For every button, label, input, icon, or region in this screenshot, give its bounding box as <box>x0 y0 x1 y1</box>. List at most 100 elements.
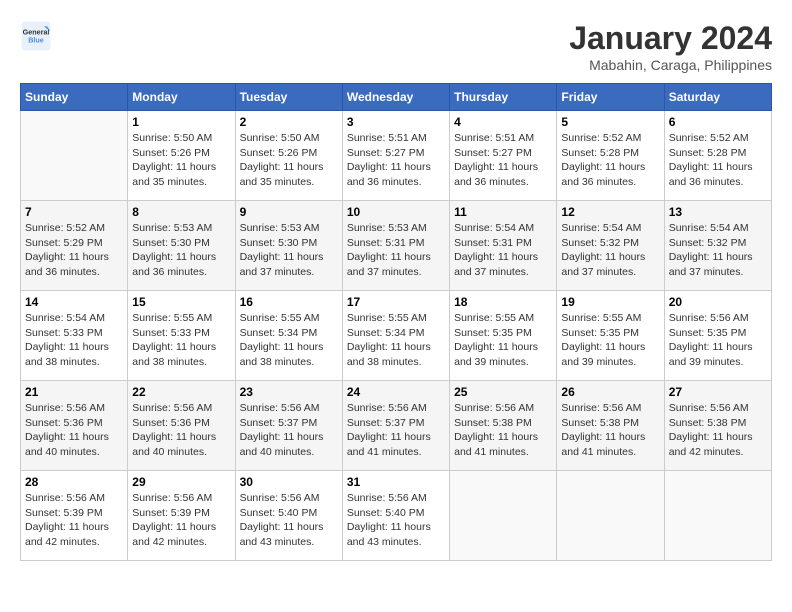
day-number: 5 <box>561 115 659 129</box>
day-info: Sunrise: 5:52 AM Sunset: 5:28 PM Dayligh… <box>561 131 659 190</box>
day-number: 18 <box>454 295 552 309</box>
calendar-cell <box>450 471 557 561</box>
day-number: 15 <box>132 295 230 309</box>
calendar-cell: 11 Sunrise: 5:54 AM Sunset: 5:31 PM Dayli… <box>450 201 557 291</box>
day-number: 24 <box>347 385 445 399</box>
day-number: 26 <box>561 385 659 399</box>
page-header: General Blue January 2024 Mabahin, Carag… <box>20 20 772 73</box>
title-block: January 2024 Mabahin, Caraga, Philippine… <box>569 20 772 73</box>
day-info: Sunrise: 5:54 AM Sunset: 5:32 PM Dayligh… <box>561 221 659 280</box>
calendar-cell: 19 Sunrise: 5:55 AM Sunset: 5:35 PM Dayli… <box>557 291 664 381</box>
day-info: Sunrise: 5:52 AM Sunset: 5:28 PM Dayligh… <box>669 131 767 190</box>
day-number: 3 <box>347 115 445 129</box>
day-number: 12 <box>561 205 659 219</box>
calendar-cell: 10 Sunrise: 5:53 AM Sunset: 5:31 PM Dayli… <box>342 201 449 291</box>
day-info: Sunrise: 5:53 AM Sunset: 5:31 PM Dayligh… <box>347 221 445 280</box>
calendar-cell: 27 Sunrise: 5:56 AM Sunset: 5:38 PM Dayli… <box>664 381 771 471</box>
calendar-week-4: 21Sunrise: 5:56 AM Sunset: 5:36 PM Dayli… <box>21 381 772 471</box>
day-info: Sunrise: 5:51 AM Sunset: 5:27 PM Dayligh… <box>454 131 552 190</box>
day-number: 22 <box>132 385 230 399</box>
calendar-cell: 23 Sunrise: 5:56 AM Sunset: 5:37 PM Dayli… <box>235 381 342 471</box>
day-info: Sunrise: 5:56 AM Sunset: 5:38 PM Dayligh… <box>454 401 552 460</box>
calendar-cell <box>557 471 664 561</box>
day-number: 10 <box>347 205 445 219</box>
day-info: Sunrise: 5:54 AM Sunset: 5:33 PM Dayligh… <box>25 311 123 370</box>
calendar-cell: 28Sunrise: 5:56 AM Sunset: 5:39 PM Dayli… <box>21 471 128 561</box>
calendar-cell: 8 Sunrise: 5:53 AM Sunset: 5:30 PM Daylig… <box>128 201 235 291</box>
calendar-cell: 3 Sunrise: 5:51 AM Sunset: 5:27 PM Daylig… <box>342 111 449 201</box>
day-info: Sunrise: 5:56 AM Sunset: 5:39 PM Dayligh… <box>132 491 230 550</box>
day-info: Sunrise: 5:56 AM Sunset: 5:35 PM Dayligh… <box>669 311 767 370</box>
day-number: 27 <box>669 385 767 399</box>
calendar-cell: 17Sunrise: 5:55 AM Sunset: 5:34 PM Dayli… <box>342 291 449 381</box>
weekday-header-saturday: Saturday <box>664 84 771 111</box>
weekday-header-friday: Friday <box>557 84 664 111</box>
calendar-cell: 12 Sunrise: 5:54 AM Sunset: 5:32 PM Dayli… <box>557 201 664 291</box>
calendar-cell: 24 Sunrise: 5:56 AM Sunset: 5:37 PM Dayli… <box>342 381 449 471</box>
calendar-cell: 5 Sunrise: 5:52 AM Sunset: 5:28 PM Daylig… <box>557 111 664 201</box>
day-number: 19 <box>561 295 659 309</box>
calendar-cell: 16Sunrise: 5:55 AM Sunset: 5:34 PM Dayli… <box>235 291 342 381</box>
day-number: 7 <box>25 205 123 219</box>
day-info: Sunrise: 5:56 AM Sunset: 5:38 PM Dayligh… <box>669 401 767 460</box>
day-number: 1 <box>132 115 230 129</box>
day-number: 4 <box>454 115 552 129</box>
day-number: 11 <box>454 205 552 219</box>
calendar-cell: 6 Sunrise: 5:52 AM Sunset: 5:28 PM Daylig… <box>664 111 771 201</box>
calendar-cell: 25 Sunrise: 5:56 AM Sunset: 5:38 PM Dayli… <box>450 381 557 471</box>
calendar-cell: 1 Sunrise: 5:50 AM Sunset: 5:26 PM Daylig… <box>128 111 235 201</box>
day-number: 23 <box>240 385 338 399</box>
calendar-cell <box>21 111 128 201</box>
calendar-cell: 4 Sunrise: 5:51 AM Sunset: 5:27 PM Daylig… <box>450 111 557 201</box>
day-info: Sunrise: 5:56 AM Sunset: 5:37 PM Dayligh… <box>240 401 338 460</box>
weekday-header-tuesday: Tuesday <box>235 84 342 111</box>
weekday-header-monday: Monday <box>128 84 235 111</box>
day-info: Sunrise: 5:53 AM Sunset: 5:30 PM Dayligh… <box>132 221 230 280</box>
day-number: 13 <box>669 205 767 219</box>
weekday-header-sunday: Sunday <box>21 84 128 111</box>
calendar-week-2: 7Sunrise: 5:52 AM Sunset: 5:29 PM Daylig… <box>21 201 772 291</box>
day-number: 6 <box>669 115 767 129</box>
day-info: Sunrise: 5:55 AM Sunset: 5:35 PM Dayligh… <box>561 311 659 370</box>
location: Mabahin, Caraga, Philippines <box>569 57 772 73</box>
calendar-week-3: 14Sunrise: 5:54 AM Sunset: 5:33 PM Dayli… <box>21 291 772 381</box>
day-info: Sunrise: 5:55 AM Sunset: 5:35 PM Dayligh… <box>454 311 552 370</box>
svg-text:Blue: Blue <box>28 35 44 44</box>
day-info: Sunrise: 5:56 AM Sunset: 5:37 PM Dayligh… <box>347 401 445 460</box>
calendar-week-1: 1 Sunrise: 5:50 AM Sunset: 5:26 PM Daylig… <box>21 111 772 201</box>
calendar-header: SundayMondayTuesdayWednesdayThursdayFrid… <box>21 84 772 111</box>
calendar-cell: 20 Sunrise: 5:56 AM Sunset: 5:35 PM Dayli… <box>664 291 771 381</box>
calendar-cell: 9 Sunrise: 5:53 AM Sunset: 5:30 PM Daylig… <box>235 201 342 291</box>
day-info: Sunrise: 5:56 AM Sunset: 5:36 PM Dayligh… <box>132 401 230 460</box>
calendar-cell: 2Sunrise: 5:50 AM Sunset: 5:26 PM Daylig… <box>235 111 342 201</box>
calendar-cell: 29 Sunrise: 5:56 AM Sunset: 5:39 PM Dayli… <box>128 471 235 561</box>
weekday-header-wednesday: Wednesday <box>342 84 449 111</box>
calendar-table: SundayMondayTuesdayWednesdayThursdayFrid… <box>20 83 772 561</box>
day-info: Sunrise: 5:56 AM Sunset: 5:40 PM Dayligh… <box>347 491 445 550</box>
day-info: Sunrise: 5:56 AM Sunset: 5:40 PM Dayligh… <box>240 491 338 550</box>
calendar-cell: 30Sunrise: 5:56 AM Sunset: 5:40 PM Dayli… <box>235 471 342 561</box>
day-number: 9 <box>240 205 338 219</box>
calendar-cell: 21Sunrise: 5:56 AM Sunset: 5:36 PM Dayli… <box>21 381 128 471</box>
day-info: Sunrise: 5:50 AM Sunset: 5:26 PM Dayligh… <box>132 131 230 190</box>
weekday-header-thursday: Thursday <box>450 84 557 111</box>
calendar-cell: 7Sunrise: 5:52 AM Sunset: 5:29 PM Daylig… <box>21 201 128 291</box>
day-info: Sunrise: 5:53 AM Sunset: 5:30 PM Dayligh… <box>240 221 338 280</box>
logo-icon: General Blue <box>20 20 52 52</box>
day-number: 20 <box>669 295 767 309</box>
day-info: Sunrise: 5:54 AM Sunset: 5:32 PM Dayligh… <box>669 221 767 280</box>
day-info: Sunrise: 5:51 AM Sunset: 5:27 PM Dayligh… <box>347 131 445 190</box>
header-row: SundayMondayTuesdayWednesdayThursdayFrid… <box>21 84 772 111</box>
day-info: Sunrise: 5:55 AM Sunset: 5:33 PM Dayligh… <box>132 311 230 370</box>
day-number: 8 <box>132 205 230 219</box>
day-info: Sunrise: 5:55 AM Sunset: 5:34 PM Dayligh… <box>347 311 445 370</box>
day-info: Sunrise: 5:54 AM Sunset: 5:31 PM Dayligh… <box>454 221 552 280</box>
calendar-cell <box>664 471 771 561</box>
calendar-cell: 18 Sunrise: 5:55 AM Sunset: 5:35 PM Dayli… <box>450 291 557 381</box>
day-number: 25 <box>454 385 552 399</box>
day-number: 28 <box>25 475 123 489</box>
calendar-cell: 22 Sunrise: 5:56 AM Sunset: 5:36 PM Dayli… <box>128 381 235 471</box>
day-number: 29 <box>132 475 230 489</box>
calendar-cell: 15 Sunrise: 5:55 AM Sunset: 5:33 PM Dayli… <box>128 291 235 381</box>
day-number: 2 <box>240 115 338 129</box>
